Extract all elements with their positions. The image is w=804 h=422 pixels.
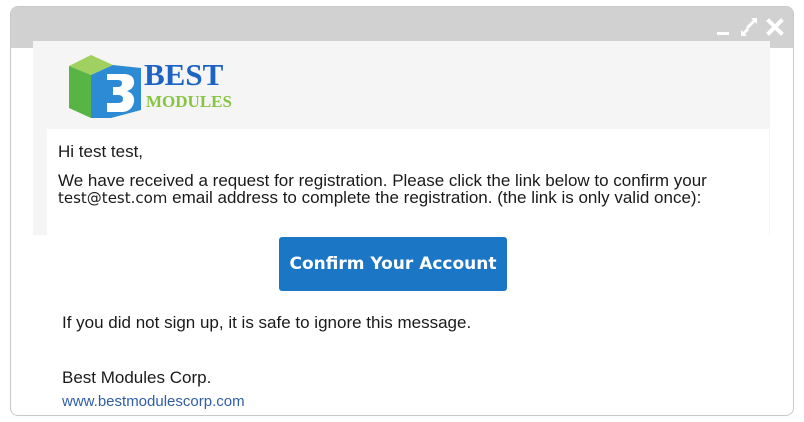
confirm-account-button[interactable]: Confirm Your Account: [279, 237, 507, 291]
greeting-text: Hi test test,: [58, 142, 144, 161]
logo-text-best: BEST: [144, 57, 224, 92]
expand-icon[interactable]: [739, 15, 759, 39]
ignore-message-text: If you did not sign up, it is safe to ig…: [62, 313, 472, 332]
email-address: test@test.com: [58, 189, 168, 207]
window-controls: [713, 13, 785, 41]
company-name: Best Modules Corp.: [62, 368, 212, 387]
logo-cube-icon: [69, 55, 141, 118]
website-link[interactable]: www.bestmodulescorp.com: [62, 393, 245, 410]
registration-message: We have received a request for registrat…: [58, 172, 758, 207]
registration-message-part2: email address to complete the registrati…: [167, 188, 702, 207]
close-icon[interactable]: [765, 15, 785, 39]
logo-text-modules: MODULES: [146, 92, 232, 111]
minimize-icon[interactable]: [713, 15, 733, 39]
